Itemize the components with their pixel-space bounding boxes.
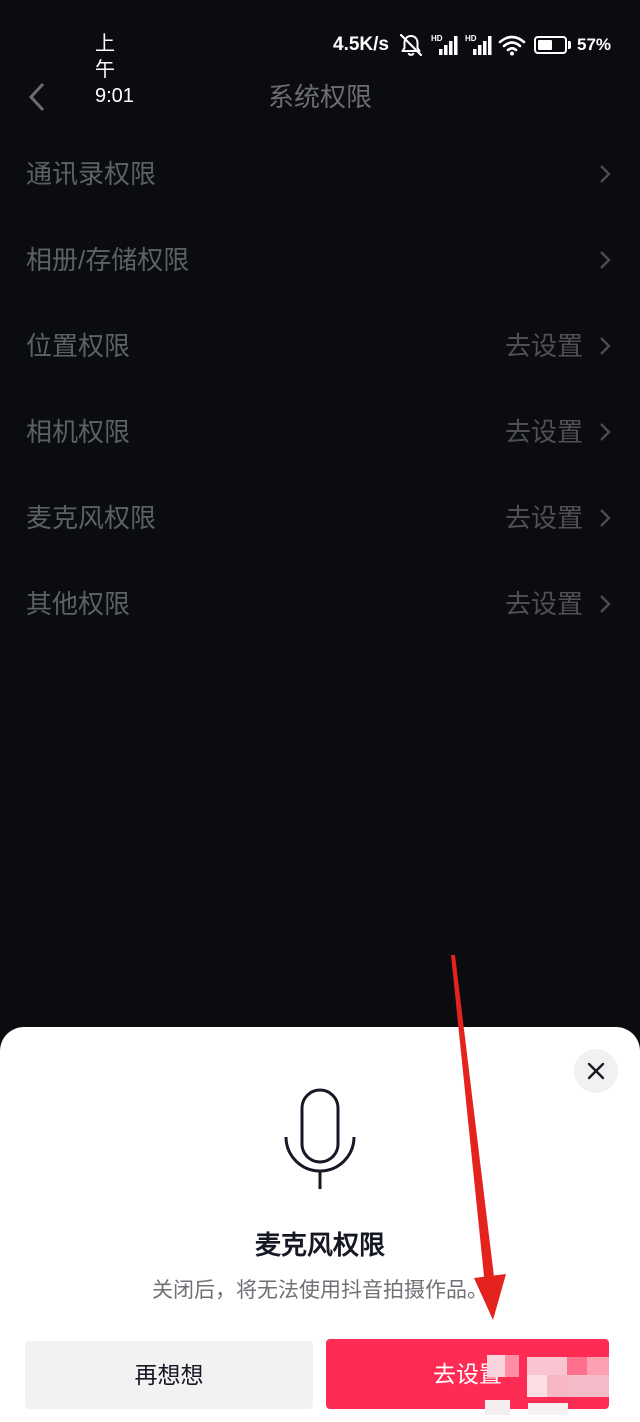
microphone-permission-sheet: 麦克风权限 关闭后，将无法使用抖音拍摄作品。 再想想 去设置	[0, 1027, 640, 1422]
wifi-icon	[498, 35, 526, 56]
permission-label: 位置权限	[26, 331, 131, 361]
permission-row-camera[interactable]: 相机权限 去设置	[0, 389, 640, 475]
permission-row-photos-storage[interactable]: 相册/存储权限	[0, 217, 640, 303]
battery-fill	[538, 40, 553, 50]
chevron-right-icon	[600, 595, 611, 613]
battery-icon	[534, 36, 567, 54]
permission-row-microphone[interactable]: 麦克风权限 去设置	[0, 475, 640, 561]
cancel-button[interactable]: 再想想	[25, 1341, 313, 1409]
chevron-right-icon	[600, 423, 611, 441]
sheet-description: 关闭后，将无法使用抖音拍摄作品。	[152, 1279, 488, 1302]
mute-bell-icon	[399, 33, 423, 57]
chevron-right-icon	[600, 251, 611, 269]
permission-action: 去设置	[504, 503, 583, 533]
sheet-title: 麦克风权限	[254, 1230, 385, 1260]
permission-label: 相机权限	[26, 417, 131, 447]
page-title: 系统权限	[267, 82, 372, 112]
chevron-right-icon	[600, 165, 611, 183]
chevron-right-icon	[600, 509, 611, 527]
close-button[interactable]	[574, 1049, 618, 1093]
permission-action: 去设置	[504, 589, 583, 619]
network-speed: 4.5K/s	[333, 34, 389, 55]
signal-icon	[473, 36, 492, 55]
permission-action: 去设置	[504, 331, 583, 361]
permission-action: 去设置	[504, 417, 583, 447]
signal-icon	[439, 36, 458, 55]
permission-row-location[interactable]: 位置权限 去设置	[0, 303, 640, 389]
permission-row-other[interactable]: 其他权限 去设置	[0, 561, 640, 647]
permission-row-contacts[interactable]: 通讯录权限	[0, 131, 640, 217]
microphone-icon	[284, 1088, 356, 1189]
battery-cap	[568, 41, 571, 49]
permission-label: 麦克风权限	[26, 503, 157, 533]
battery-percent: 57%	[577, 35, 612, 54]
permission-label: 其他权限	[26, 589, 131, 619]
close-icon	[587, 1062, 605, 1080]
confirm-button[interactable]: 去设置	[326, 1339, 609, 1409]
chevron-right-icon	[600, 337, 611, 355]
permission-label: 相册/存储权限	[26, 245, 190, 275]
permission-label: 通讯录权限	[26, 159, 157, 189]
